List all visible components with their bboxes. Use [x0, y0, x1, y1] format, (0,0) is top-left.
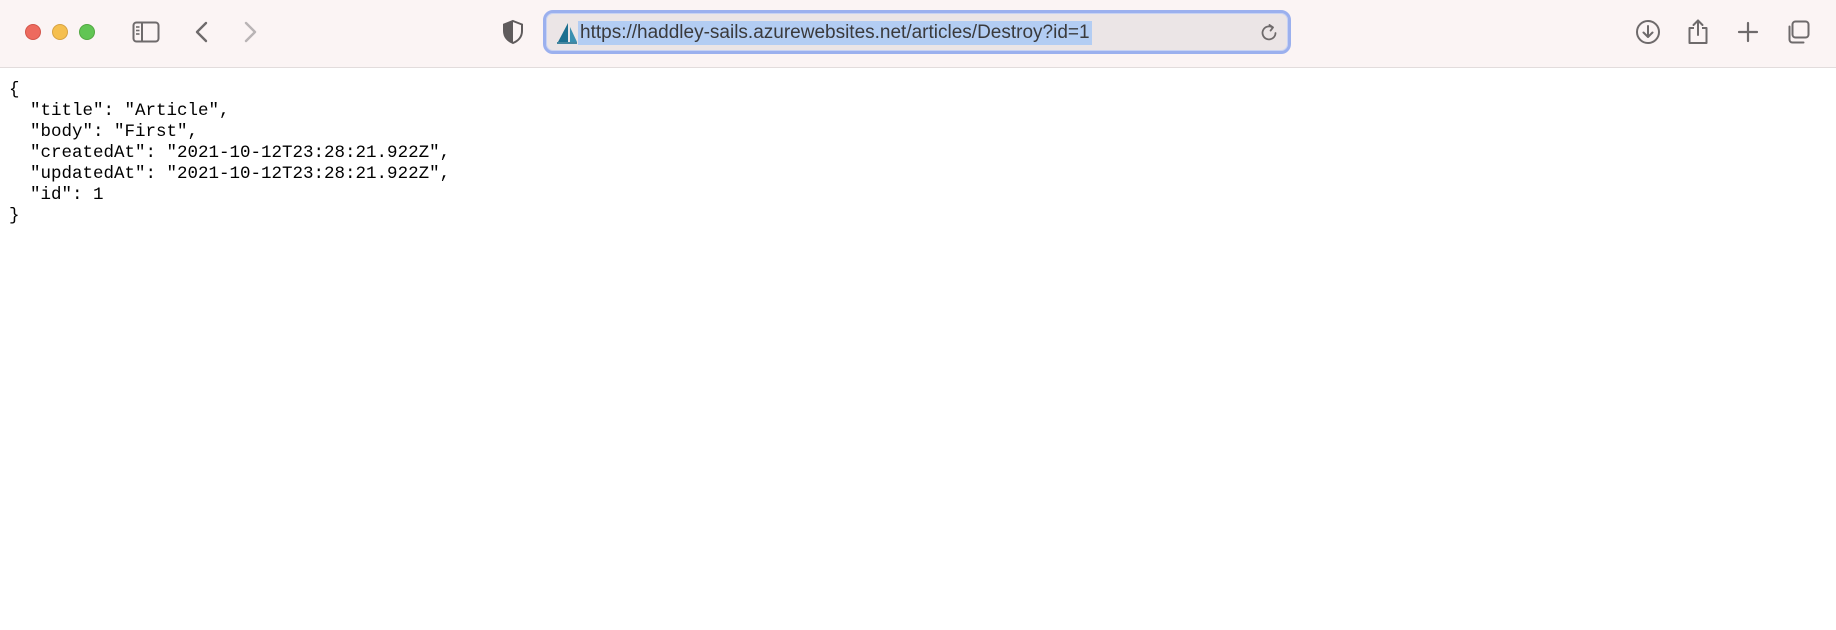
chevron-right-icon	[242, 20, 258, 44]
json-id-line: "id": 1	[9, 185, 104, 205]
new-tab-button[interactable]	[1732, 16, 1764, 48]
window-close-button[interactable]	[25, 24, 41, 40]
tabs-overview-icon	[1785, 19, 1811, 45]
window-minimize-button[interactable]	[52, 24, 68, 40]
page-content: { "title": "Article", "body": "First", "…	[0, 68, 1836, 630]
json-updatedat-line: "updatedAt": "2021-10-12T23:28:21.922Z",	[9, 164, 451, 184]
back-button[interactable]	[186, 16, 218, 48]
sails-logo-icon	[556, 22, 578, 44]
tab-overview-button[interactable]	[1782, 16, 1814, 48]
plus-icon	[1737, 21, 1759, 43]
chevron-left-icon	[194, 20, 210, 44]
share-icon	[1686, 18, 1710, 46]
json-createdat-line: "createdAt": "2021-10-12T23:28:21.922Z",	[9, 143, 451, 163]
browser-toolbar: https://haddley-sails.azurewebsites.net/…	[0, 0, 1836, 68]
sidebar-toggle-button[interactable]	[130, 16, 162, 48]
downloads-button[interactable]	[1632, 16, 1664, 48]
forward-button[interactable]	[234, 16, 266, 48]
json-response: { "title": "Article", "body": "First", "…	[9, 80, 450, 227]
download-icon	[1635, 19, 1661, 45]
share-button[interactable]	[1682, 16, 1714, 48]
shield-icon	[502, 19, 524, 45]
json-close-brace: }	[9, 206, 20, 226]
json-body-line: "body": "First",	[9, 122, 199, 142]
url-field[interactable]: https://haddley-sails.azurewebsites.net/…	[578, 21, 1092, 45]
json-title-line: "title": "Article",	[9, 101, 230, 121]
window-zoom-button[interactable]	[79, 24, 95, 40]
reload-icon[interactable]	[1258, 22, 1280, 44]
sidebar-icon	[132, 21, 160, 43]
json-open-brace: {	[9, 80, 20, 100]
address-bar[interactable]: https://haddley-sails.azurewebsites.net/…	[543, 10, 1291, 54]
privacy-report-button[interactable]	[497, 16, 529, 48]
